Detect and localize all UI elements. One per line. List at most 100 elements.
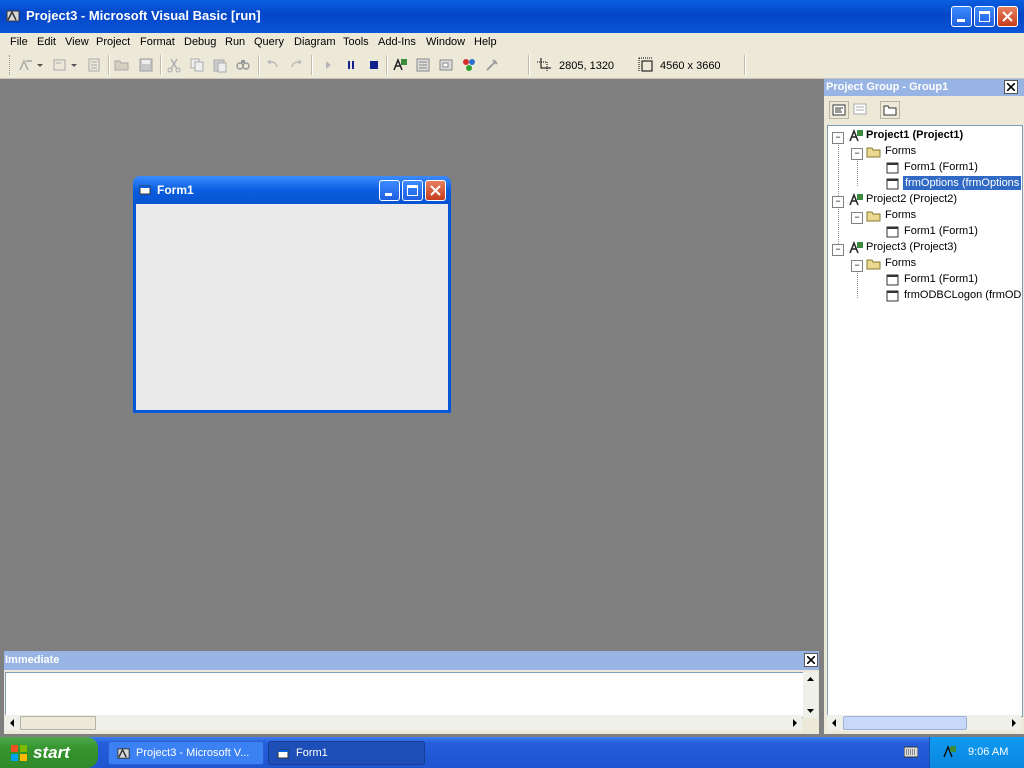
tree-node-frmoptions-selected[interactable]: frmOptions (frmOptions <box>903 176 1022 190</box>
copy-icon[interactable] <box>189 57 205 73</box>
menu-file[interactable]: File <box>10 36 28 48</box>
menu-diagram[interactable]: Diagram <box>294 36 336 48</box>
toggle-folders-button[interactable] <box>880 101 900 119</box>
break-pause-icon[interactable] <box>343 57 359 73</box>
arrow-left-icon <box>832 719 836 727</box>
close-icon <box>430 185 441 196</box>
collapse-toggle[interactable]: − <box>851 148 863 160</box>
immediate-vertical-scrollbar[interactable] <box>803 672 818 718</box>
minimize-button[interactable] <box>951 6 972 27</box>
project-icon <box>849 192 863 206</box>
menu-query[interactable]: Query <box>254 36 284 48</box>
folder-icon <box>883 105 897 116</box>
menu-view[interactable]: View <box>65 36 89 48</box>
collapse-toggle[interactable]: − <box>851 260 863 272</box>
window-title: Project3 - Microsoft Visual Basic [run] <box>26 8 261 23</box>
immediate-close-button[interactable] <box>804 653 818 667</box>
toolbar-separator <box>160 55 162 75</box>
properties-window-icon[interactable] <box>415 57 431 73</box>
start-button[interactable]: start <box>0 737 98 768</box>
standard-toolbar: 2805, 1320 4560 x 3660 <box>0 52 1024 79</box>
main-title-bar[interactable]: Project3 - Microsoft Visual Basic [run] <box>0 0 1024 33</box>
keyboard-icon[interactable] <box>904 746 918 758</box>
scroll-left-arrow[interactable] <box>5 715 20 731</box>
add-project-icon[interactable] <box>18 57 34 73</box>
collapse-toggle[interactable]: − <box>832 244 844 256</box>
scroll-right-arrow[interactable] <box>787 715 802 731</box>
toolbox-icon[interactable] <box>484 57 500 73</box>
tree-node-frmodbclogon[interactable]: frmODBCLogon (frmODI <box>904 289 1022 301</box>
tree-node-project3[interactable]: Project3 (Project3) <box>866 241 957 253</box>
menu-tools[interactable]: Tools <box>343 36 369 48</box>
menu-window[interactable]: Window <box>426 36 465 48</box>
maximize-button[interactable] <box>974 6 995 27</box>
form1-close-button[interactable] <box>425 180 446 201</box>
scroll-up-arrow[interactable] <box>803 672 818 687</box>
vb-app-icon <box>6 10 20 22</box>
save-icon[interactable] <box>138 57 154 73</box>
menu-edit[interactable]: Edit <box>37 36 56 48</box>
tree-node-forms[interactable]: Forms <box>885 145 916 157</box>
redo-icon[interactable] <box>288 57 304 73</box>
vb-tray-icon[interactable] <box>942 744 958 760</box>
menu-project[interactable]: Project <box>96 36 130 48</box>
scroll-right-arrow[interactable] <box>1006 715 1021 731</box>
collapse-toggle[interactable]: − <box>832 196 844 208</box>
collapse-toggle[interactable]: − <box>851 212 863 224</box>
project-explorer-icon[interactable] <box>392 57 408 73</box>
paste-icon[interactable] <box>212 57 228 73</box>
toolbar-grip[interactable] <box>9 55 13 75</box>
windows-logo-icon <box>11 745 27 761</box>
menu-format[interactable]: Format <box>140 36 175 48</box>
start-run-icon[interactable] <box>320 57 336 73</box>
tree-node-forms[interactable]: Forms <box>885 257 916 269</box>
tree-node-form1[interactable]: Form1 (Form1) <box>904 161 978 173</box>
project-tree[interactable]: − Project1 (Project1) − Forms Form1 (For… <box>827 125 1023 717</box>
add-form-dropdown-icon[interactable] <box>70 57 78 73</box>
close-button[interactable] <box>997 6 1018 27</box>
immediate-horizontal-scrollbar[interactable] <box>5 715 802 731</box>
menu-editor-icon[interactable] <box>86 57 102 73</box>
scroll-down-arrow[interactable] <box>803 703 818 718</box>
object-browser-icon[interactable] <box>461 57 477 73</box>
horizontal-scroll-thumb[interactable] <box>843 716 967 730</box>
tree-node-project1[interactable]: Project1 (Project1) <box>866 129 963 141</box>
project-panel-header[interactable]: Project Group - Group1 <box>824 79 1024 96</box>
menu-help[interactable]: Help <box>474 36 497 48</box>
form-layout-icon[interactable] <box>438 57 454 73</box>
form1-maximize-button[interactable] <box>402 180 423 201</box>
tree-node-project2[interactable]: Project2 (Project2) <box>866 193 957 205</box>
arrow-right-icon <box>793 719 797 727</box>
form1-minimize-button[interactable] <box>379 180 400 201</box>
horizontal-scroll-thumb[interactable] <box>20 716 96 730</box>
tree-node-forms[interactable]: Forms <box>885 209 916 221</box>
scroll-left-arrow[interactable] <box>827 715 842 731</box>
add-project-dropdown-icon[interactable] <box>36 57 44 73</box>
immediate-text-area[interactable] <box>5 672 804 718</box>
view-code-button[interactable] <box>829 101 849 119</box>
find-icon[interactable] <box>235 57 251 73</box>
menu-debug[interactable]: Debug <box>184 36 216 48</box>
taskbar-item-vb[interactable]: Project3 - Microsoft V... <box>108 741 264 765</box>
undo-icon[interactable] <box>265 57 281 73</box>
clock[interactable]: 9:06 AM <box>968 746 1008 758</box>
cut-icon[interactable] <box>166 57 182 73</box>
add-form-icon[interactable] <box>52 57 68 73</box>
end-stop-icon[interactable] <box>366 57 382 73</box>
tree-node-form1[interactable]: Form1 (Form1) <box>904 273 978 285</box>
open-folder-icon[interactable] <box>114 57 130 73</box>
immediate-header[interactable]: Immediate <box>4 651 819 670</box>
project-tree-horizontal-scrollbar[interactable] <box>827 715 1021 731</box>
form1-title-bar[interactable]: Form1 <box>133 176 451 204</box>
tree-node-form1[interactable]: Form1 (Form1) <box>904 225 978 237</box>
menu-add-ins[interactable]: Add-Ins <box>378 36 416 48</box>
form1-window[interactable]: Form1 <box>133 176 451 413</box>
taskbar-item-form1[interactable]: Form1 <box>268 741 425 765</box>
form1-client-area[interactable] <box>136 204 448 410</box>
collapse-toggle[interactable]: − <box>832 132 844 144</box>
project-panel-close-button[interactable] <box>1004 80 1018 94</box>
arrow-right-icon <box>1012 719 1016 727</box>
menu-run[interactable]: Run <box>225 36 245 48</box>
view-object-button[interactable] <box>851 101 871 119</box>
immediate-title: Immediate <box>5 654 60 666</box>
